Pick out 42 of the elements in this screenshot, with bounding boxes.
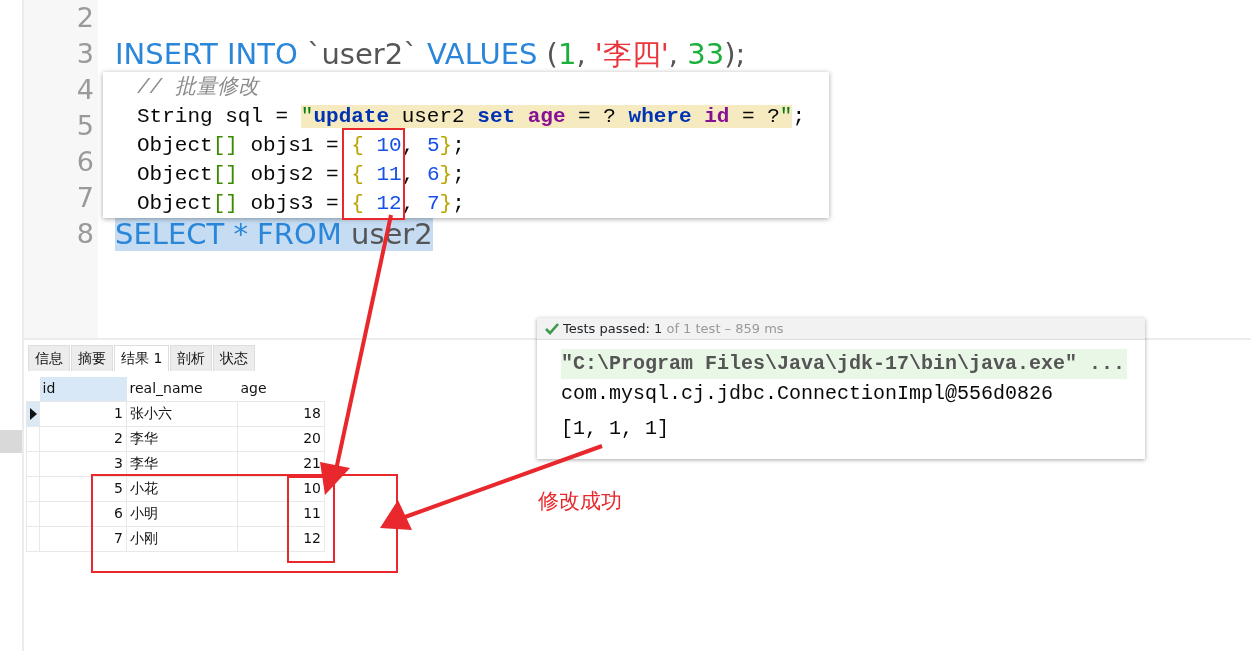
table-cell: 6 xyxy=(39,501,127,526)
code-line: Object[] objs2 = { 11, 6}; xyxy=(137,163,465,186)
result-tab[interactable]: 信息 xyxy=(28,345,70,371)
column-header: id xyxy=(39,377,127,401)
table-cell: 小花 xyxy=(126,476,238,501)
table-cell: 7 xyxy=(39,526,127,551)
console-line: [1, 1, 1] xyxy=(561,415,670,442)
line-number: 5 xyxy=(75,109,95,143)
code-line: // 批量修改 xyxy=(137,76,259,99)
line-number: 7 xyxy=(75,181,95,215)
result-tab[interactable]: 摘要 xyxy=(71,345,113,371)
code-line: Object[] objs1 = { 10, 5}; xyxy=(137,134,465,157)
table-cell: 1 xyxy=(39,401,127,426)
check-icon xyxy=(545,322,559,335)
line-number: 3 xyxy=(75,37,95,71)
table-cell: 18 xyxy=(237,401,325,426)
line-number: 6 xyxy=(75,145,95,179)
line-number: 4 xyxy=(75,73,95,107)
table-cell: 11 xyxy=(237,501,325,526)
table-cell: 小明 xyxy=(126,501,238,526)
table-cell: 张小六 xyxy=(126,401,238,426)
result-tab[interactable]: 状态 xyxy=(213,345,256,371)
result-tab[interactable]: 剖析 xyxy=(170,345,213,371)
side-handle[interactable] xyxy=(0,430,22,453)
line-number: 2 xyxy=(75,1,95,35)
table-cell: 2 xyxy=(39,426,127,451)
console-line: com.mysql.cj.jdbc.ConnectionImpl@556d0826 xyxy=(561,381,1054,407)
code-line: Object[] objs3 = { 12, 7}; xyxy=(137,192,465,215)
table-cell: 3 xyxy=(39,451,127,476)
table-cell: 小刚 xyxy=(126,526,238,551)
table-cell: 12 xyxy=(237,526,325,551)
table-cell: 李华 xyxy=(126,451,238,476)
table-cell: 李华 xyxy=(126,426,238,451)
result-tab[interactable]: 结果 1 xyxy=(114,345,170,371)
annotation-label: 修改成功 xyxy=(538,488,622,515)
table-cell: 20 xyxy=(237,426,325,451)
column-header: real_name xyxy=(126,377,238,401)
code-line: String sql = "update user2 set age = ? where id = ?"; xyxy=(137,105,805,128)
line-number: 8 xyxy=(75,217,95,251)
table-cell: 5 xyxy=(39,476,127,501)
code-line: INSERT INTO `user2` VALUES (1, '李四', 33); xyxy=(115,37,746,71)
test-status: Tests passed: 1 of 1 test – 859 ms xyxy=(563,319,784,338)
